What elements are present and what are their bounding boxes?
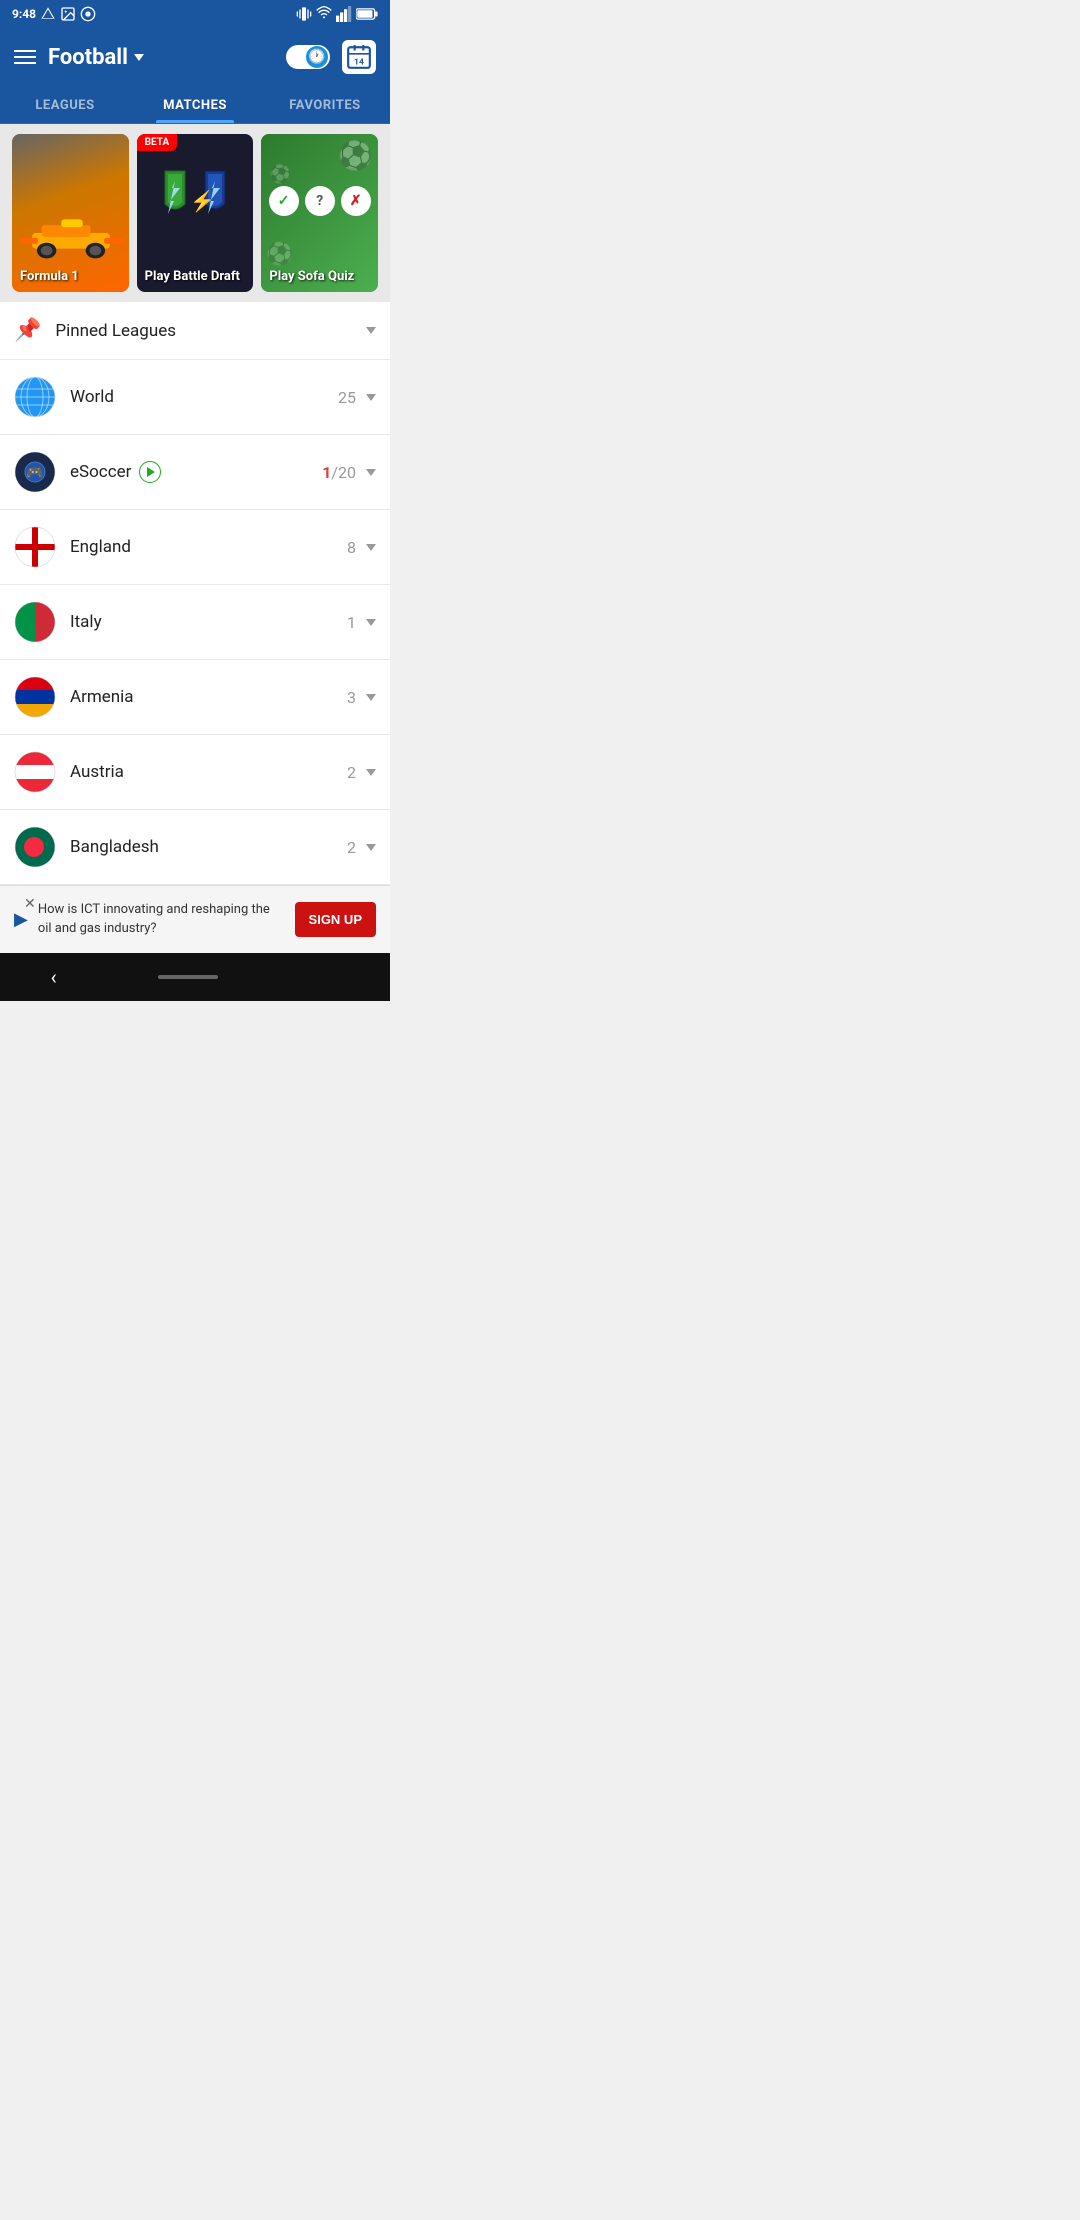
- pinned-leagues-name: Pinned Leagues: [55, 321, 366, 341]
- calendar-icon: 14: [346, 44, 372, 70]
- tab-matches[interactable]: MATCHES: [130, 86, 260, 123]
- svg-text:⚡: ⚡: [190, 189, 215, 213]
- list-item-world[interactable]: World 25: [0, 360, 390, 435]
- battery-icon: [356, 7, 378, 21]
- question-icon-circle: ?: [305, 186, 335, 216]
- england-flag: [14, 526, 56, 568]
- x-icon-circle: ✗: [341, 186, 371, 216]
- ad-text: How is ICT innovating and reshaping the …: [38, 901, 285, 937]
- time-display: 9:48: [12, 7, 36, 21]
- pinned-leagues-item[interactable]: 📌 Pinned Leagues: [0, 302, 390, 360]
- promo-card-sofa-quiz[interactable]: ⚽ ⚽ ⚽ ✓ ? ✗ Play Sofa Quiz: [261, 134, 378, 292]
- system-nav-bar: ‹: [0, 953, 390, 1001]
- back-button[interactable]: ‹: [51, 965, 57, 989]
- esoccer-name: eSoccer: [70, 461, 322, 483]
- bangladesh-flag: [14, 826, 56, 868]
- tab-favorites[interactable]: FAVORITES: [260, 86, 390, 123]
- list-item-armenia[interactable]: Armenia 3: [0, 660, 390, 735]
- promo-card-battle-draft[interactable]: BETA ⚡ Play Battle Draft: [137, 134, 254, 292]
- tab-bar: LEAGUES MATCHES FAVORITES: [0, 86, 390, 124]
- menu-button[interactable]: [14, 50, 36, 64]
- beta-badge: BETA: [137, 134, 178, 151]
- circle-logo-icon: [80, 6, 96, 22]
- signal-icon: [336, 6, 352, 22]
- austria-chevron: [366, 769, 376, 776]
- bangladesh-count: 2: [347, 838, 356, 857]
- austria-count: 2: [347, 763, 356, 782]
- svg-text:🎮: 🎮: [26, 465, 43, 481]
- battle-draft-label: Play Battle Draft: [145, 269, 240, 284]
- f1-car-image: [12, 194, 129, 272]
- status-right: [296, 6, 378, 22]
- vibrate-icon: [296, 6, 312, 22]
- list-item-esoccer[interactable]: 🎮 eSoccer 1/20: [0, 435, 390, 510]
- world-flag: [14, 376, 56, 418]
- armenia-count: 3: [347, 688, 356, 707]
- tab-leagues[interactable]: LEAGUES: [0, 86, 130, 123]
- list-item-italy[interactable]: Italy 1: [0, 585, 390, 660]
- armenia-chevron: [366, 694, 376, 701]
- header-right: 🕐 14: [286, 40, 376, 74]
- ad-banner: ▶ ✕ How is ICT innovating and reshaping …: [0, 885, 390, 953]
- nav-pill[interactable]: [158, 975, 218, 979]
- clock-icon: 🕐: [308, 49, 325, 65]
- pin-icon: 📌: [14, 318, 41, 343]
- svg-text:14: 14: [354, 58, 364, 68]
- ad-left-section: ▶ ✕: [14, 909, 28, 930]
- live-toggle[interactable]: 🕐: [286, 45, 330, 69]
- battle-shields-svg: ⚡: [150, 166, 240, 236]
- image-icon: [60, 6, 76, 22]
- signup-button[interactable]: SIGN UP: [295, 902, 376, 937]
- italy-chevron: [366, 619, 376, 626]
- sport-title: Football: [48, 45, 128, 70]
- shields-image: ⚡: [150, 166, 240, 236]
- list-item-bangladesh[interactable]: Bangladesh 2: [0, 810, 390, 885]
- ad-play-icon: ▶: [14, 909, 28, 930]
- esoccer-chevron: [366, 469, 376, 476]
- toggle-thumb: 🕐: [306, 46, 328, 68]
- calendar-button[interactable]: 14: [342, 40, 376, 74]
- italy-flag: [14, 601, 56, 643]
- quiz-icons: ✓ ? ✗: [269, 186, 371, 216]
- england-count: 8: [347, 538, 356, 557]
- italy-count: 1: [347, 613, 356, 632]
- sofa-quiz-label: Play Sofa Quiz: [269, 269, 354, 284]
- england-name: England: [70, 537, 347, 557]
- wifi-icon: [316, 6, 332, 22]
- sport-dropdown-chevron[interactable]: [134, 54, 144, 61]
- live-badge-esoccer: [139, 461, 161, 483]
- promo-cards-row: Formula 1 BETA ⚡ Play Battle Draft ⚽: [0, 124, 390, 302]
- esoccer-count: 1/20: [322, 463, 356, 482]
- app-header: Football 🕐 14: [0, 28, 390, 86]
- esoccer-flag: 🎮: [14, 451, 56, 493]
- pinned-leagues-chevron: [366, 327, 376, 334]
- drive-icon: [40, 6, 56, 22]
- promo-card-formula1[interactable]: Formula 1: [12, 134, 129, 292]
- world-count: 25: [338, 388, 356, 407]
- england-chevron: [366, 544, 376, 551]
- armenia-flag: [14, 676, 56, 718]
- bangladesh-name: Bangladesh: [70, 837, 347, 857]
- world-name: World: [70, 387, 338, 407]
- check-icon-circle: ✓: [269, 186, 299, 216]
- live-play-icon: [147, 467, 155, 477]
- austria-name: Austria: [70, 762, 347, 782]
- austria-flag: [14, 751, 56, 793]
- leagues-list: 📌 Pinned Leagues World 25: [0, 302, 390, 885]
- ad-close-icon[interactable]: ✕: [24, 896, 36, 912]
- status-left: 9:48: [12, 6, 96, 22]
- bangladesh-chevron: [366, 844, 376, 851]
- status-bar: 9:48: [0, 0, 390, 28]
- world-chevron: [366, 394, 376, 401]
- list-item-austria[interactable]: Austria 2: [0, 735, 390, 810]
- header-title: Football: [48, 45, 144, 70]
- italy-name: Italy: [70, 612, 347, 632]
- header-left: Football: [14, 45, 144, 70]
- formula1-label: Formula 1: [20, 269, 79, 284]
- armenia-name: Armenia: [70, 687, 347, 707]
- list-item-england[interactable]: England 8: [0, 510, 390, 585]
